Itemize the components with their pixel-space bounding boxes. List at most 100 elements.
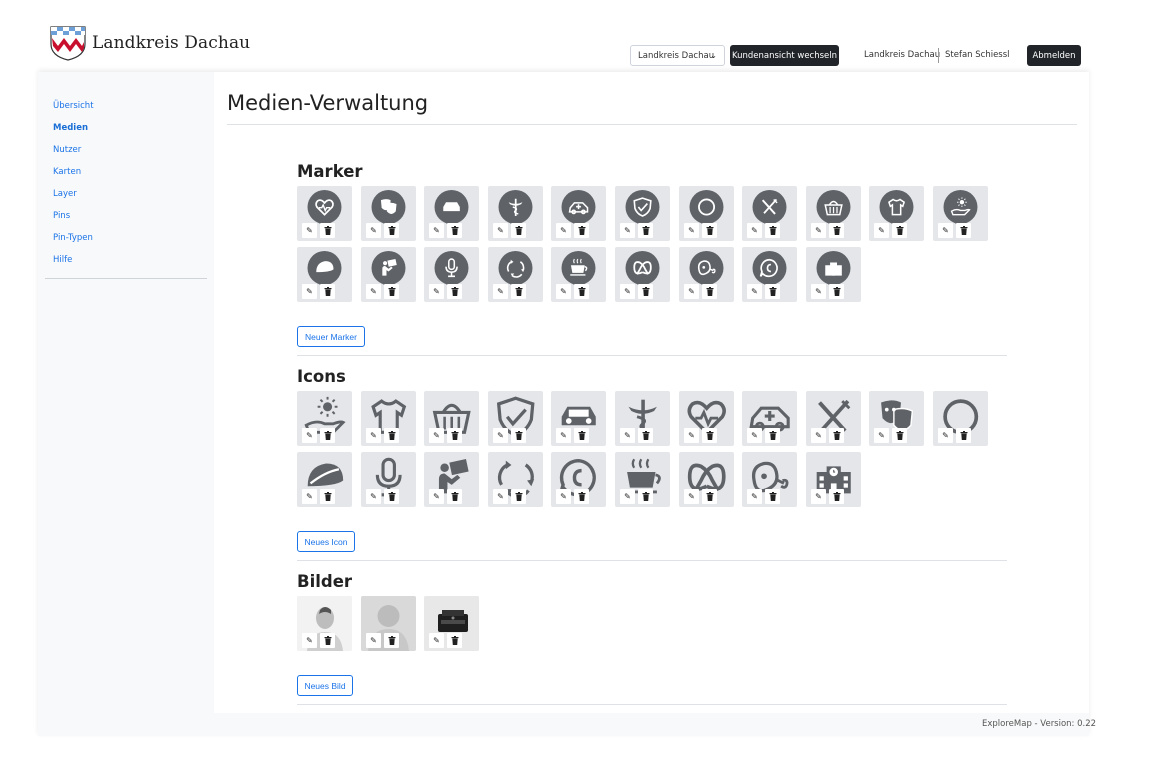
edit-pencil-icon[interactable]: ✎ bbox=[366, 223, 381, 238]
edit-pencil-icon[interactable]: ✎ bbox=[302, 633, 317, 648]
icon-tile[interactable]: ✎ bbox=[488, 391, 543, 446]
marker-tile[interactable]: ✎ bbox=[806, 186, 861, 241]
marker-tile[interactable]: ✎ bbox=[424, 247, 479, 302]
edit-pencil-icon[interactable]: ✎ bbox=[429, 284, 444, 299]
sidebar-item-overview[interactable]: Übersicht bbox=[53, 100, 94, 122]
delete-trash-icon[interactable] bbox=[320, 428, 335, 443]
delete-trash-icon[interactable] bbox=[765, 428, 780, 443]
marker-tile[interactable]: ✎ bbox=[615, 186, 670, 241]
new-image-button[interactable]: Neues Bild bbox=[297, 675, 353, 696]
icon-tile[interactable]: ✎ bbox=[806, 452, 861, 507]
icon-tile[interactable]: ✎ bbox=[361, 391, 416, 446]
icon-tile[interactable]: ✎ bbox=[551, 391, 606, 446]
edit-pencil-icon[interactable]: ✎ bbox=[493, 223, 508, 238]
delete-trash-icon[interactable] bbox=[829, 284, 844, 299]
marker-tile[interactable]: ✎ bbox=[488, 186, 543, 241]
edit-pencil-icon[interactable]: ✎ bbox=[620, 223, 635, 238]
sidebar-item-media[interactable]: Medien bbox=[53, 122, 94, 144]
delete-trash-icon[interactable] bbox=[447, 284, 462, 299]
delete-trash-icon[interactable] bbox=[320, 489, 335, 504]
delete-trash-icon[interactable] bbox=[511, 284, 526, 299]
icon-tile[interactable]: ✎ bbox=[679, 452, 734, 507]
delete-trash-icon[interactable] bbox=[702, 284, 717, 299]
edit-pencil-icon[interactable]: ✎ bbox=[366, 428, 381, 443]
icon-tile[interactable]: ✎ bbox=[742, 391, 797, 446]
delete-trash-icon[interactable] bbox=[829, 489, 844, 504]
icon-tile[interactable]: ✎ bbox=[424, 391, 479, 446]
edit-pencil-icon[interactable]: ✎ bbox=[684, 428, 699, 443]
icon-tile[interactable]: ✎ bbox=[615, 391, 670, 446]
delete-trash-icon[interactable] bbox=[320, 223, 335, 238]
image-tile[interactable]: ✎ bbox=[424, 596, 479, 651]
edit-pencil-icon[interactable]: ✎ bbox=[747, 284, 762, 299]
marker-tile[interactable]: ✎ bbox=[679, 186, 734, 241]
delete-trash-icon[interactable] bbox=[447, 489, 462, 504]
marker-tile[interactable]: ✎ bbox=[679, 247, 734, 302]
icon-tile[interactable]: ✎ bbox=[679, 391, 734, 446]
marker-tile[interactable]: ✎ bbox=[551, 186, 606, 241]
marker-tile[interactable]: ✎ bbox=[361, 186, 416, 241]
delete-trash-icon[interactable] bbox=[511, 223, 526, 238]
edit-pencil-icon[interactable]: ✎ bbox=[938, 428, 953, 443]
edit-pencil-icon[interactable]: ✎ bbox=[556, 223, 571, 238]
delete-trash-icon[interactable] bbox=[956, 223, 971, 238]
switch-customer-view-button[interactable]: Kundenansicht wechseln bbox=[730, 45, 839, 66]
delete-trash-icon[interactable] bbox=[384, 489, 399, 504]
edit-pencil-icon[interactable]: ✎ bbox=[811, 284, 826, 299]
marker-tile[interactable]: ✎ bbox=[869, 186, 924, 241]
edit-pencil-icon[interactable]: ✎ bbox=[556, 428, 571, 443]
delete-trash-icon[interactable] bbox=[511, 489, 526, 504]
edit-pencil-icon[interactable]: ✎ bbox=[493, 284, 508, 299]
edit-pencil-icon[interactable]: ✎ bbox=[302, 428, 317, 443]
delete-trash-icon[interactable] bbox=[638, 223, 653, 238]
delete-trash-icon[interactable] bbox=[892, 428, 907, 443]
marker-tile[interactable]: ✎ bbox=[742, 247, 797, 302]
marker-tile[interactable]: ✎ bbox=[424, 186, 479, 241]
delete-trash-icon[interactable] bbox=[765, 223, 780, 238]
new-icon-button[interactable]: Neues Icon bbox=[297, 531, 355, 552]
edit-pencil-icon[interactable]: ✎ bbox=[366, 633, 381, 648]
delete-trash-icon[interactable] bbox=[956, 428, 971, 443]
delete-trash-icon[interactable] bbox=[892, 223, 907, 238]
delete-trash-icon[interactable] bbox=[384, 633, 399, 648]
delete-trash-icon[interactable] bbox=[574, 223, 589, 238]
icon-tile[interactable]: ✎ bbox=[297, 391, 352, 446]
sidebar-item-pin-types[interactable]: Pin-Typen bbox=[53, 232, 94, 254]
icon-tile[interactable]: ✎ bbox=[551, 452, 606, 507]
sidebar-item-pins[interactable]: Pins bbox=[53, 210, 94, 232]
edit-pencil-icon[interactable]: ✎ bbox=[938, 223, 953, 238]
edit-pencil-icon[interactable]: ✎ bbox=[747, 489, 762, 504]
edit-pencil-icon[interactable]: ✎ bbox=[366, 284, 381, 299]
icon-tile[interactable]: ✎ bbox=[297, 452, 352, 507]
delete-trash-icon[interactable] bbox=[384, 284, 399, 299]
icon-tile[interactable]: ✎ bbox=[424, 452, 479, 507]
delete-trash-icon[interactable] bbox=[511, 428, 526, 443]
customer-select[interactable]: Landkreis Dachau ⌄ bbox=[630, 45, 725, 66]
delete-trash-icon[interactable] bbox=[574, 489, 589, 504]
marker-tile[interactable]: ✎ bbox=[615, 247, 670, 302]
edit-pencil-icon[interactable]: ✎ bbox=[620, 489, 635, 504]
image-tile[interactable]: ✎ bbox=[297, 596, 352, 651]
edit-pencil-icon[interactable]: ✎ bbox=[684, 489, 699, 504]
edit-pencil-icon[interactable]: ✎ bbox=[811, 223, 826, 238]
edit-pencil-icon[interactable]: ✎ bbox=[874, 428, 889, 443]
delete-trash-icon[interactable] bbox=[638, 489, 653, 504]
icon-tile[interactable]: ✎ bbox=[869, 391, 924, 446]
marker-tile[interactable]: ✎ bbox=[742, 186, 797, 241]
icon-tile[interactable]: ✎ bbox=[742, 452, 797, 507]
edit-pencil-icon[interactable]: ✎ bbox=[493, 489, 508, 504]
delete-trash-icon[interactable] bbox=[384, 428, 399, 443]
delete-trash-icon[interactable] bbox=[702, 489, 717, 504]
delete-trash-icon[interactable] bbox=[765, 489, 780, 504]
delete-trash-icon[interactable] bbox=[574, 428, 589, 443]
edit-pencil-icon[interactable]: ✎ bbox=[302, 284, 317, 299]
edit-pencil-icon[interactable]: ✎ bbox=[366, 489, 381, 504]
marker-tile[interactable]: ✎ bbox=[806, 247, 861, 302]
icon-tile[interactable]: ✎ bbox=[806, 391, 861, 446]
edit-pencil-icon[interactable]: ✎ bbox=[429, 223, 444, 238]
delete-trash-icon[interactable] bbox=[702, 223, 717, 238]
delete-trash-icon[interactable] bbox=[384, 223, 399, 238]
edit-pencil-icon[interactable]: ✎ bbox=[302, 223, 317, 238]
edit-pencil-icon[interactable]: ✎ bbox=[811, 428, 826, 443]
delete-trash-icon[interactable] bbox=[447, 223, 462, 238]
